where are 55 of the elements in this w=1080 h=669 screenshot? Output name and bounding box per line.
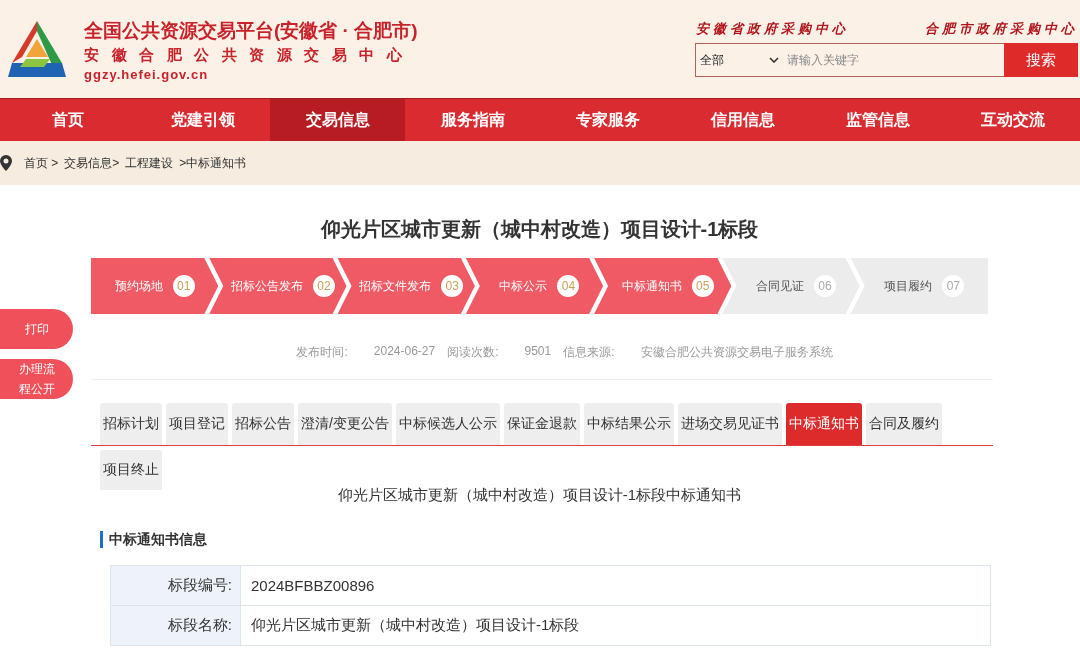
progress-step: 中标公示 04 <box>465 258 604 314</box>
site-subtitle: 安徽合肥公共资源交易中心 <box>84 46 415 65</box>
field-label: 标段编号: <box>111 566 241 605</box>
field-label: 标段名称: <box>111 606 241 645</box>
page-title: 仰光片区城市更新（城中村改造）项目设计-1标段 <box>319 217 760 242</box>
progress-step: 预约场地 01 <box>91 258 219 314</box>
nav-item[interactable]: 首页 <box>0 99 135 141</box>
nav-item[interactable]: 互动交流 <box>945 99 1080 141</box>
side-button[interactable]: 打印 <box>0 309 73 349</box>
meta-label: 阅读次数: <box>447 344 499 361</box>
site-url: ggzy.hefei.gov.cn <box>84 67 210 82</box>
notice-title: 仰光片区城市更新（城中村改造）项目设计-1标段中标通知书 <box>336 486 743 505</box>
meta-value: 2024-06-27 <box>373 344 436 360</box>
tab[interactable]: 合同及履约 <box>865 403 942 445</box>
location-pin-icon <box>0 155 12 171</box>
tab[interactable]: 中标候选人公示 <box>395 403 500 445</box>
site-title: 全国公共资源交易平台(安徽省 · 合肥市) <box>84 19 418 43</box>
tab[interactable]: 项目登记 <box>166 403 228 445</box>
meta-value: 9501 <box>524 344 552 360</box>
progress-step: 项目履约 07 <box>850 258 988 314</box>
side-button[interactable]: 办理流程公开 <box>0 359 73 399</box>
progress-step: 招标公告发布 02 <box>209 258 347 314</box>
meta-value: 安徽合肥公共资源交易电子服务系统 <box>640 344 833 361</box>
search-button[interactable]: 搜索 <box>1004 43 1078 77</box>
breadcrumb-link[interactable]: >中标通知书 <box>179 154 247 172</box>
header-link[interactable]: 合肥市政府采购中心 <box>925 20 1078 38</box>
scope-dropdown[interactable]: 全部 <box>695 43 783 77</box>
table-cell-text: 仰光片区城市更新（城中村改造）项目设计-1标段 <box>250 615 580 635</box>
tab[interactable]: 进场交易见证书 <box>677 403 782 445</box>
header-link[interactable]: 安徽省政府采购中心 <box>696 20 849 38</box>
tab[interactable]: 保证金退款 <box>503 403 580 445</box>
tab[interactable]: 招标公告 <box>232 403 294 445</box>
tab[interactable]: 项目终止 <box>100 450 162 490</box>
tab[interactable]: 中标通知书 <box>785 403 862 445</box>
nav-item[interactable]: 监管信息 <box>810 99 945 141</box>
chevron-down-icon <box>769 57 779 63</box>
table-cell-text: 2024BFBBZ00896 <box>250 576 375 596</box>
nav-item[interactable]: 服务指南 <box>405 99 540 141</box>
search-field[interactable]: 请输入关键字 <box>783 43 1004 77</box>
breadcrumb-link[interactable]: 交易信息> <box>64 154 120 172</box>
tab[interactable]: 招标计划 <box>100 403 162 445</box>
nav-item[interactable]: 专家服务 <box>540 99 675 141</box>
meta-label: 信息来源: <box>563 344 615 361</box>
nav-item[interactable]: 党建引领 <box>135 99 270 141</box>
progress-step: 招标文件发布 03 <box>337 258 475 314</box>
nav-item[interactable]: 交易信息 <box>270 99 405 141</box>
nav-item[interactable]: 信用信息 <box>675 99 810 141</box>
section-heading: 中标通知书信息 <box>100 531 988 548</box>
progress-step: 合同见证 06 <box>722 258 860 314</box>
breadcrumb-link[interactable]: 首页 > <box>24 154 59 172</box>
meta-label: 发布时间: <box>296 344 348 361</box>
progress-step: 中标通知书 05 <box>594 258 732 314</box>
tab[interactable]: 中标结果公示 <box>583 403 674 445</box>
breadcrumb-link[interactable]: 工程建设 <box>125 154 174 172</box>
tab[interactable]: 澄清/变更公告 <box>298 403 392 445</box>
